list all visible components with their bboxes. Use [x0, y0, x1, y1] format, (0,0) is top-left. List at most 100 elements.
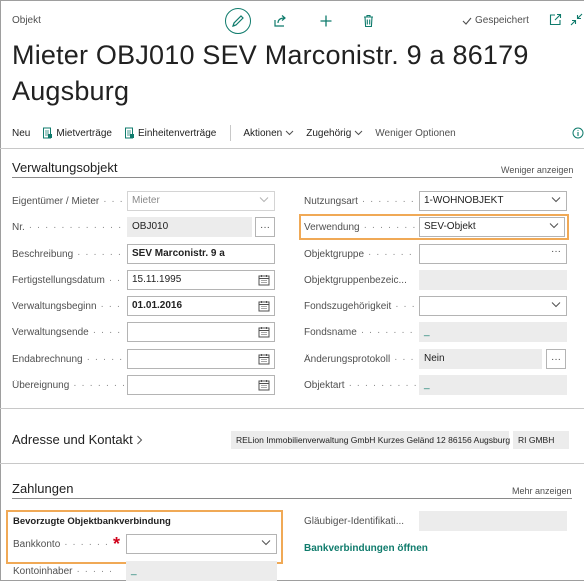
label-fondszugehoerigkeit: Fondszugehörigkeit· · · ·	[304, 301, 416, 312]
label-objektgruppenbezeichnung: Objektgruppenbezeic...	[304, 275, 407, 286]
label-beschreibung: Beschreibung· · · · · · · ·	[12, 249, 126, 260]
mietvertraege-label: Mietverträge	[56, 127, 112, 139]
zugehoerig-menu[interactable]: Zugehörig	[306, 128, 363, 139]
beschreibung-field[interactable]: SEV Marconistr. 9 a	[127, 244, 275, 264]
info-icon	[572, 127, 584, 139]
section-zahlungen-title: Zahlungen	[12, 481, 74, 496]
mietvertraege-button[interactable]: Mietverträge	[42, 127, 112, 139]
chevron-down-icon	[551, 197, 561, 203]
nutzungsart-select[interactable]: 1-WOHNOBJEKT	[419, 191, 567, 211]
label-endabrechnung: Endabrechnung· · · · · · ·	[12, 354, 126, 365]
section-rule	[12, 498, 572, 499]
divider	[0, 408, 584, 409]
new-button[interactable]	[311, 8, 341, 34]
glaeubiger-field[interactable]	[419, 511, 567, 531]
verwaltungsende-field[interactable]	[127, 322, 275, 342]
saved-label: Gespeichert	[475, 15, 529, 26]
open-new-window-button[interactable]	[549, 13, 562, 31]
ellipsis-icon: ···	[551, 353, 561, 365]
plus-icon	[320, 15, 332, 27]
document-icon	[124, 127, 134, 139]
divider	[0, 148, 584, 149]
verwendung-select[interactable]: SEV-Objekt	[419, 217, 565, 237]
label-bankkonto: Bankkonto· · · · · · · · · ·	[13, 539, 113, 550]
delete-button[interactable]	[353, 8, 383, 34]
calendar-icon[interactable]	[258, 300, 270, 312]
einheitenvertraege-label: Einheitenverträge	[137, 127, 217, 139]
label-glaeubiger: Gläubiger-Identifikati...	[304, 516, 405, 527]
label-aenderungsprotokoll: Änderungsprotokoll· · · ·	[304, 354, 416, 365]
adresse-summary: RELion Immobilienverwaltung GmbH Kurzes …	[231, 431, 510, 449]
kontoinhaber-field[interactable]: _	[126, 561, 277, 581]
label-kontoinhaber: Kontoinhaber · · · · ·	[13, 566, 114, 577]
uebereignung-field[interactable]	[127, 375, 275, 395]
fondszugehoerigkeit-select[interactable]	[419, 296, 567, 316]
bankverbindungen-oeffnen-link[interactable]: Bankverbindungen öffnen	[304, 543, 428, 554]
aktionen-menu[interactable]: Aktionen	[243, 128, 294, 139]
calendar-icon[interactable]	[258, 274, 270, 286]
calendar-icon[interactable]	[258, 379, 270, 391]
bankverbindung-group-label: Bevorzugte Objektbankverbindung	[13, 516, 171, 527]
section-adresse-title: Adresse und Kontakt	[12, 432, 133, 447]
chevron-down-icon	[551, 302, 561, 308]
objektgruppenbezeichnung-field[interactable]	[419, 270, 567, 290]
action-bar: Neu Mietverträge Einheitenverträge Aktio…	[12, 124, 468, 142]
fertigstellungsdatum-field[interactable]: 15.11.1995	[127, 270, 275, 290]
ellipsis-icon[interactable]: ···	[551, 245, 561, 261]
saved-status: Gespeichert	[462, 15, 529, 26]
fondsname-field[interactable]: _	[419, 322, 567, 342]
pencil-icon	[232, 15, 244, 27]
weniger-optionen-label: Weniger Optionen	[375, 127, 456, 139]
aktionen-label: Aktionen	[243, 127, 283, 139]
info-button[interactable]	[572, 126, 584, 144]
label-fondsname: Fondsname· · · · · · · · · · ·	[304, 327, 416, 338]
chevron-down-icon	[259, 197, 269, 203]
aenderungsprotokoll-field[interactable]: Nein	[419, 349, 542, 369]
popout-icon	[549, 13, 562, 26]
chevron-down-icon	[261, 540, 271, 546]
chevron-right-icon	[136, 435, 142, 444]
zugehoerig-label: Zugehörig	[306, 127, 352, 139]
mehr-anzeigen-link[interactable]: Mehr anzeigen	[512, 486, 572, 496]
endabrechnung-field[interactable]	[127, 349, 275, 369]
verwaltungsbeginn-field[interactable]: 01.01.2016	[127, 296, 275, 316]
einheitenvertraege-button[interactable]: Einheitenverträge	[124, 127, 216, 139]
eigentuemer-mieter-select[interactable]: Mieter	[127, 191, 275, 211]
trash-icon	[363, 14, 373, 28]
adresse-summary-short: RI GMBH	[513, 431, 569, 449]
calendar-icon[interactable]	[258, 326, 270, 338]
collapse-button[interactable]	[570, 13, 583, 31]
label-fertigstellungsdatum: Fertigstellungsdatum· · ·	[12, 275, 126, 286]
calendar-icon[interactable]	[258, 353, 270, 365]
check-icon	[462, 17, 472, 25]
weniger-anzeigen-link[interactable]: Weniger anzeigen	[501, 165, 573, 175]
label-nutzungsart: Nutzungsart· · · · · · · · ·	[304, 196, 416, 207]
share-button[interactable]	[265, 8, 295, 34]
objektgruppe-field[interactable]: ···	[419, 244, 567, 264]
nr-assist-button[interactable]: ···	[255, 217, 275, 237]
objektart-field[interactable]: _	[419, 375, 567, 395]
aenderungsprotokoll-assist-button[interactable]: ···	[546, 349, 566, 369]
label-verwaltungsende: Verwaltungsende · · · · ·	[12, 327, 126, 338]
action-separator	[230, 125, 232, 141]
document-icon	[43, 127, 53, 139]
label-objektart: Objektart· · · · · · · · · · · ·	[304, 380, 416, 391]
label-verwaltungsbeginn: Verwaltungsbeginn· · · ·	[12, 301, 126, 312]
label-nr: Nr.· · · · · · · · · · · · · ·	[12, 222, 126, 233]
bankkonto-select[interactable]	[126, 534, 277, 554]
neu-label: Neu	[12, 127, 31, 139]
chevron-down-icon	[549, 223, 559, 229]
nr-field[interactable]: OBJ010	[127, 217, 252, 237]
page-title: Mieter OBJ010 SEV Marconistr. 9 a 86179 …	[12, 40, 529, 106]
required-indicator: *	[113, 534, 121, 554]
top-actions	[225, 8, 383, 34]
edit-button[interactable]	[225, 8, 251, 34]
divider	[0, 463, 584, 464]
collapse-icon	[570, 13, 583, 26]
breadcrumb: Objekt	[12, 15, 41, 26]
neu-button[interactable]: Neu	[12, 128, 30, 139]
label-uebereignung: Übereignung· · · · · · · · ·	[12, 380, 126, 391]
section-adresse-header[interactable]: Adresse und Kontakt	[12, 432, 143, 447]
label-objektgruppe: Objektgruppe· · · · · · · · ·	[304, 249, 416, 260]
weniger-optionen-button[interactable]: Weniger Optionen	[375, 128, 455, 139]
